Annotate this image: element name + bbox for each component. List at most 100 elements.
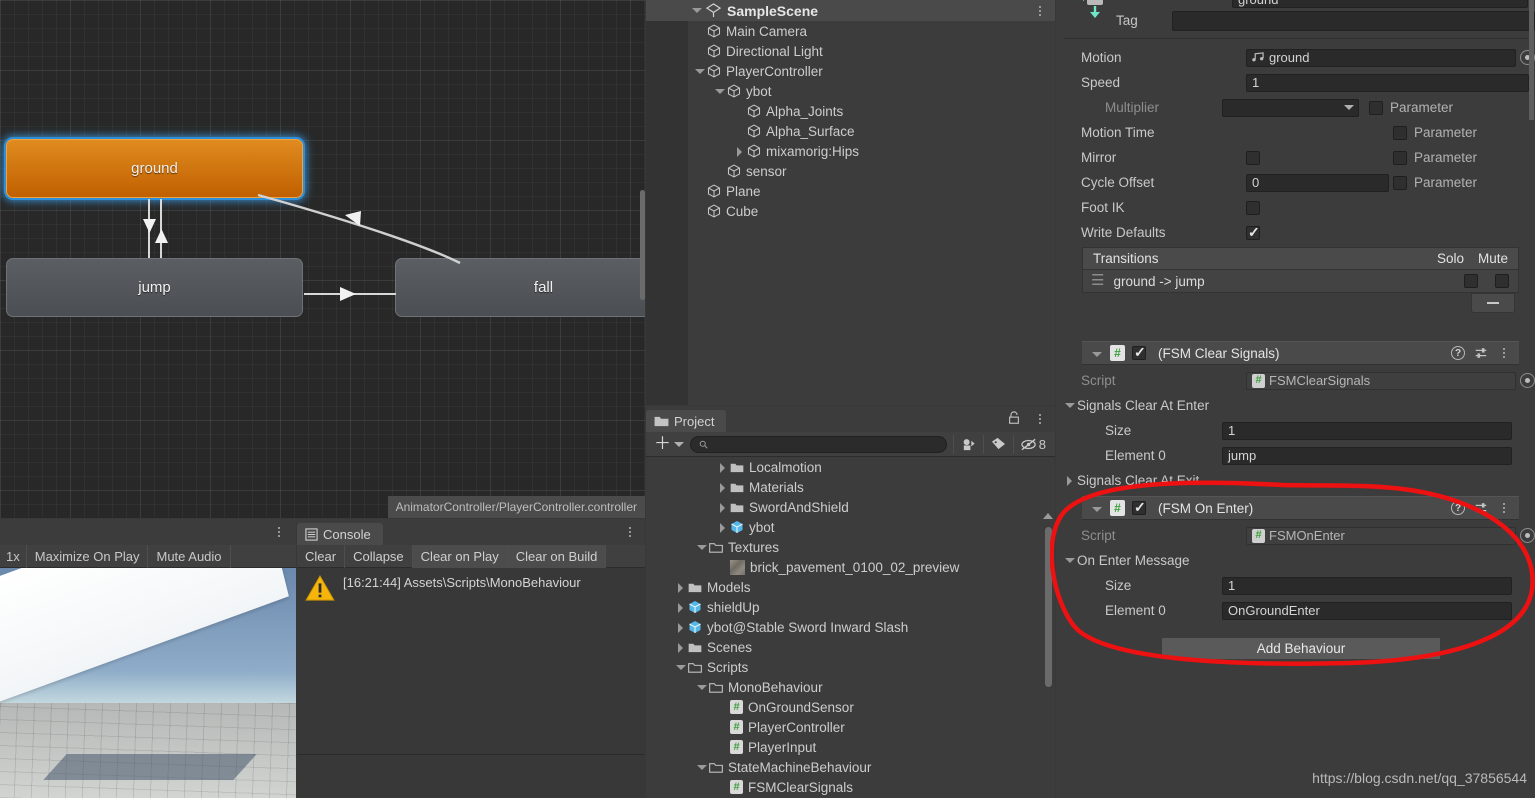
- project-menu-icon[interactable]: [1033, 411, 1047, 427]
- chevron-down-icon[interactable]: [714, 86, 725, 97]
- multiplier-parameter-checkbox[interactable]: [1369, 100, 1383, 115]
- hierarchy-item-directional-light[interactable]: Directional Light: [646, 41, 1055, 61]
- project-tree[interactable]: Localmotion Materials SwordAndShield ybot Te…: [646, 457, 1055, 797]
- animator-state-jump[interactable]: jump: [6, 258, 303, 317]
- multiplier-dropdown[interactable]: [1222, 98, 1359, 117]
- state-name-input[interactable]: ground: [1232, 0, 1528, 8]
- tab-console[interactable]: Console: [297, 523, 383, 545]
- game-view-render[interactable]: [0, 568, 296, 798]
- clear-signals-script-picker[interactable]: [1520, 373, 1535, 388]
- animator-state-ground[interactable]: ground: [6, 139, 303, 198]
- component-enabled-checkbox[interactable]: [1132, 344, 1146, 361]
- console-log-entry[interactable]: [16:21:44] Assets\Scripts\MonoBehaviour: [297, 568, 645, 602]
- transition-row[interactable]: ☰ ground -> jump: [1082, 269, 1519, 293]
- project-item-statemachinebehaviour[interactable]: StateMachineBehaviour: [646, 757, 1055, 777]
- project-item-textures[interactable]: Textures: [646, 537, 1055, 557]
- project-item-ybot-stable-sword-inward-slash[interactable]: ybot@Stable Sword Inward Slash: [646, 617, 1055, 637]
- chevron-right-icon[interactable]: [734, 146, 745, 157]
- project-search-input[interactable]: [690, 435, 947, 453]
- project-item-shieldup[interactable]: shieldUp: [646, 597, 1055, 617]
- hierarchy-item-sensor[interactable]: sensor: [646, 161, 1055, 181]
- chevron-down-icon[interactable]: [1064, 555, 1075, 566]
- hierarchy-item-main-camera[interactable]: Main Camera: [646, 21, 1055, 41]
- project-filter-type-icon[interactable]: [952, 434, 983, 454]
- project-hidden-count[interactable]: 8: [1012, 434, 1053, 454]
- chevron-right-icon[interactable]: [675, 582, 686, 593]
- on-enter-script-field[interactable]: # FSMOnEnter: [1246, 526, 1516, 545]
- hierarchy-item-mixamorig-hips[interactable]: mixamorig:Hips: [646, 141, 1055, 161]
- component-enabled-checkbox[interactable]: [1132, 499, 1146, 516]
- cycle-offset-parameter-checkbox[interactable]: [1393, 175, 1407, 190]
- project-add-button[interactable]: ＋: [648, 435, 688, 454]
- hierarchy-item-alpha-surface[interactable]: Alpha_Surface: [646, 121, 1055, 141]
- chevron-right-icon[interactable]: [717, 462, 728, 473]
- console-clear-on-play-button[interactable]: Clear on Play: [412, 544, 508, 568]
- console-collapse-button[interactable]: Collapse: [345, 544, 413, 568]
- project-item-scripts[interactable]: Scripts: [646, 657, 1055, 677]
- hierarchy-item-plane[interactable]: Plane: [646, 181, 1055, 201]
- mirror-checkbox[interactable]: [1246, 150, 1260, 165]
- project-item-materials[interactable]: Materials: [646, 477, 1055, 497]
- on-enter-message-foldout[interactable]: On Enter Message: [1056, 548, 1535, 573]
- animator-vertical-scrollbar[interactable]: [640, 190, 645, 300]
- hierarchy-item-alpha-joints[interactable]: Alpha_Joints: [646, 101, 1055, 121]
- chevron-down-icon[interactable]: [674, 441, 684, 447]
- tab-project[interactable]: Project: [646, 410, 727, 432]
- preset-icon[interactable]: [1474, 346, 1488, 360]
- mute-audio-button[interactable]: Mute Audio: [148, 544, 231, 568]
- on-enter-element0-input[interactable]: OnGroundEnter: [1222, 601, 1512, 620]
- project-item-swordandshield[interactable]: SwordAndShield: [646, 497, 1055, 517]
- motion-time-parameter-checkbox[interactable]: [1393, 125, 1407, 140]
- component-header-fsm-clear-signals[interactable]: # (FSM Clear Signals) ?: [1082, 341, 1519, 365]
- transition-mute-checkbox[interactable]: [1495, 274, 1509, 288]
- console-menu-icon[interactable]: [623, 524, 637, 540]
- tag-input[interactable]: [1172, 10, 1535, 31]
- foot-ik-checkbox[interactable]: [1246, 200, 1260, 215]
- project-vertical-scrollbar[interactable]: [1045, 527, 1052, 687]
- hierarchy-item-cube[interactable]: Cube: [646, 201, 1055, 221]
- mirror-parameter-checkbox[interactable]: [1393, 150, 1407, 165]
- animator-state-machine-canvas[interactable]: ground jump fall AnimatorController/Play…: [0, 0, 645, 518]
- chevron-down-icon[interactable]: [691, 5, 702, 16]
- help-icon[interactable]: ?: [1451, 346, 1465, 360]
- chevron-down-icon[interactable]: [696, 542, 707, 553]
- clear-signals-element0-input[interactable]: jump: [1222, 446, 1512, 465]
- lock-icon[interactable]: [1007, 411, 1021, 425]
- chevron-right-icon[interactable]: [675, 642, 686, 653]
- signals-clear-at-exit-foldout[interactable]: Signals Clear At Exit: [1056, 468, 1535, 493]
- component-header-fsm-on-enter[interactable]: # (FSM On Enter) ?: [1082, 496, 1519, 520]
- chevron-down-icon[interactable]: [696, 682, 707, 693]
- project-item-brick-pavement-0100-02-preview[interactable]: brick_pavement_0100_02_preview: [646, 557, 1055, 577]
- signals-clear-at-enter-foldout[interactable]: Signals Clear At Enter: [1056, 393, 1535, 418]
- project-item-fsmclearsignals[interactable]: # FSMClearSignals: [646, 777, 1055, 797]
- cycle-offset-input[interactable]: 0: [1246, 173, 1389, 192]
- chevron-right-icon[interactable]: [717, 482, 728, 493]
- project-item-ongroundsensor[interactable]: # OnGroundSensor: [646, 697, 1055, 717]
- console-log-list[interactable]: [16:21:44] Assets\Scripts\MonoBehaviour: [297, 568, 645, 754]
- console-clear-on-build-button[interactable]: Clear on Build: [507, 544, 607, 568]
- chevron-right-icon[interactable]: [717, 522, 728, 533]
- chevron-right-icon[interactable]: [1064, 475, 1075, 486]
- on-enter-size-input[interactable]: 1: [1222, 576, 1512, 595]
- component-menu-icon[interactable]: [1497, 500, 1511, 516]
- chevron-down-icon[interactable]: [1091, 349, 1102, 360]
- chevron-right-icon[interactable]: [675, 602, 686, 613]
- project-item-scenes[interactable]: Scenes: [646, 637, 1055, 657]
- project-item-localmotion[interactable]: Localmotion: [646, 457, 1055, 477]
- animator-state-fall[interactable]: fall: [395, 258, 645, 317]
- preset-icon[interactable]: [1474, 501, 1488, 515]
- transition-solo-checkbox[interactable]: [1464, 274, 1478, 288]
- chevron-down-icon[interactable]: [1091, 504, 1102, 515]
- drag-handle-icon[interactable]: ☰: [1091, 273, 1104, 287]
- write-defaults-checkbox[interactable]: [1246, 224, 1260, 241]
- hierarchy-scene-row[interactable]: SampleScene: [646, 0, 1055, 21]
- project-item-playercontroller[interactable]: # PlayerController: [646, 717, 1055, 737]
- project-item-ybot[interactable]: ybot: [646, 517, 1055, 537]
- hierarchy-item-ybot[interactable]: ybot: [646, 81, 1055, 101]
- project-scroll-up-arrow[interactable]: [1043, 513, 1053, 519]
- chevron-down-icon[interactable]: [694, 66, 705, 77]
- component-menu-icon[interactable]: [1497, 345, 1511, 361]
- transition-remove-button[interactable]: [1471, 293, 1515, 313]
- on-enter-script-picker[interactable]: [1520, 528, 1535, 543]
- project-item-monobehaviour[interactable]: MonoBehaviour: [646, 677, 1055, 697]
